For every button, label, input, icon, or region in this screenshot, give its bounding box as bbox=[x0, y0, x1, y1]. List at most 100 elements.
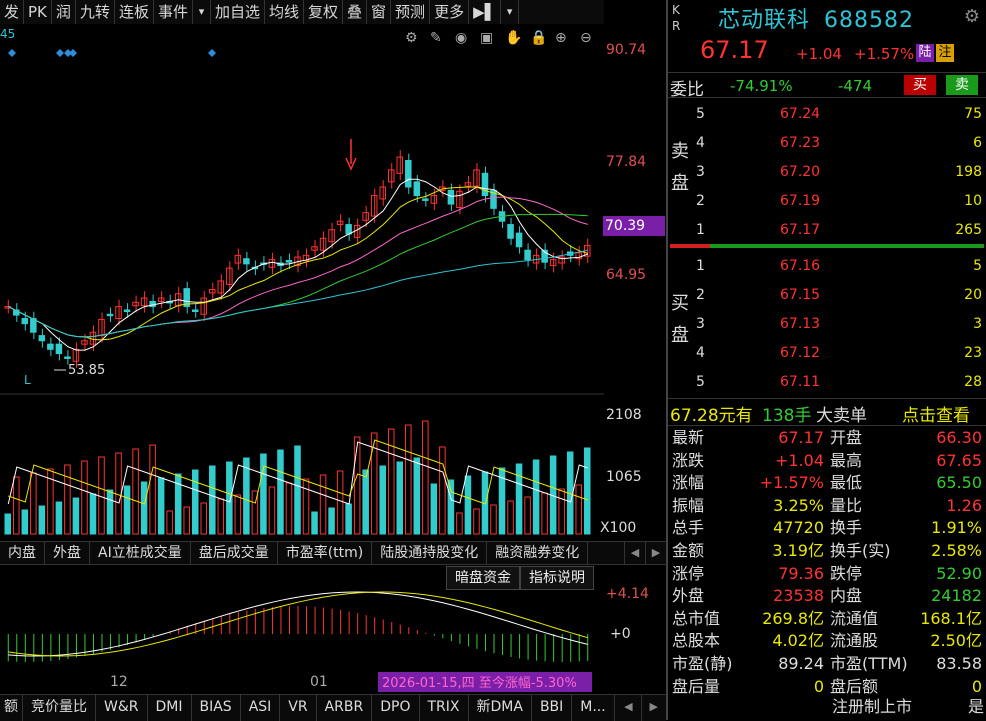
event-marker-icon[interactable] bbox=[8, 49, 16, 57]
bottom-tab-10[interactable]: BBI bbox=[532, 695, 573, 721]
bid-level: 2 bbox=[696, 287, 705, 303]
settings-icon[interactable]: ⚙ bbox=[405, 30, 418, 46]
stat-label: 最高 bbox=[830, 450, 863, 470]
kline-svg[interactable]: 45 53.85 L ⚙ ✎ ◉ ▣ ✋ 🔒 ⊕ ⊖ bbox=[0, 24, 604, 540]
bid-row[interactable]: 5 67.11 28 bbox=[668, 368, 986, 396]
ask-level: 3 bbox=[696, 164, 705, 180]
indicator-tab-4[interactable]: 市盈率(ttm) bbox=[278, 542, 373, 564]
bid-row[interactable]: 1 67.16 5 bbox=[668, 252, 986, 280]
indicator-help-button[interactable]: 指标说明 bbox=[520, 566, 594, 590]
ask-row[interactable]: 2 67.19 10 bbox=[668, 187, 986, 215]
indicator-tab-0[interactable]: 内盘 bbox=[0, 542, 45, 564]
buy-button[interactable]: 买 bbox=[904, 75, 936, 95]
hand-icon[interactable]: ✋ bbox=[505, 29, 522, 46]
bid-row[interactable]: 3 67.13 3 bbox=[668, 310, 986, 338]
dark-pool-button[interactable]: 暗盘资金 bbox=[446, 566, 520, 590]
stat-label: 换手(实) bbox=[830, 541, 891, 560]
bottom-tab-3[interactable]: BIAS bbox=[192, 695, 241, 721]
bottom-scroll-right-icon[interactable]: ▶ bbox=[642, 695, 666, 721]
tab-scroll-right-icon[interactable]: ▶ bbox=[645, 542, 666, 564]
bottom-tab-amount[interactable]: 额 bbox=[0, 695, 23, 721]
toolbar-item-14[interactable]: ▶▌ bbox=[469, 0, 502, 24]
volume-bar bbox=[200, 502, 208, 535]
bottom-tab-11[interactable]: M... bbox=[572, 695, 615, 721]
stat-value: 2.50亿 bbox=[930, 631, 982, 651]
toolbar-item-12[interactable]: 预测 bbox=[391, 0, 431, 24]
ask-level: 1 bbox=[696, 222, 705, 238]
toolbar-item-10[interactable]: 叠 bbox=[343, 0, 368, 24]
volume-bar bbox=[209, 465, 216, 535]
bottom-tab-8[interactable]: TRIX bbox=[420, 695, 469, 721]
ask-row[interactable]: 3 67.20 198 bbox=[668, 158, 986, 186]
toolbar-item-15[interactable]: ▾ bbox=[501, 0, 520, 24]
bid-row[interactable]: 2 67.15 20 bbox=[668, 281, 986, 309]
toolbar-item-0[interactable]: 发 bbox=[0, 0, 25, 24]
bottom-tab-7[interactable]: DPO bbox=[372, 695, 420, 721]
indicator-tab-6[interactable]: 融资融券变化 bbox=[487, 542, 589, 564]
bottom-tab-9[interactable]: 新DMA bbox=[469, 695, 532, 721]
basket-icon[interactable]: ▣ bbox=[480, 30, 493, 46]
bottom-tab-2[interactable]: DMI bbox=[148, 695, 192, 721]
vol-axis-top: 2108 bbox=[606, 407, 642, 423]
bottom-tab-6[interactable]: ARBR bbox=[317, 695, 373, 721]
indicator-tab-1[interactable]: 外盘 bbox=[45, 542, 90, 564]
indicator-tab-3[interactable]: 盘后成交量 bbox=[191, 542, 278, 564]
volume-bar bbox=[490, 504, 497, 535]
gear-icon[interactable]: ⚙ bbox=[964, 6, 980, 27]
ask-row[interactable]: 1 67.17 265 bbox=[668, 216, 986, 244]
toolbar-item-5[interactable]: 事件 bbox=[154, 0, 193, 24]
stat-value: 67.65 bbox=[936, 450, 982, 470]
eye-icon[interactable]: ◉ bbox=[455, 30, 467, 46]
tab-spacer bbox=[588, 542, 624, 564]
volume-bar bbox=[234, 494, 242, 535]
macd-area[interactable]: 12 01 2026-01-15,四 至今涨幅-5.30% bbox=[0, 590, 604, 694]
candle bbox=[268, 252, 276, 275]
toolbar-item-8[interactable]: 均线 bbox=[265, 0, 304, 24]
stat-label: 最新 bbox=[672, 428, 705, 447]
bid-row[interactable]: 4 67.12 23 bbox=[668, 339, 986, 367]
stat-value: 65.50 bbox=[936, 473, 982, 493]
zoom-out-icon[interactable]: ⊖ bbox=[580, 30, 592, 46]
sell-button[interactable]: 卖 bbox=[946, 75, 978, 95]
stat-label: 换手 bbox=[830, 518, 863, 538]
lock-icon[interactable]: 🔒 bbox=[530, 30, 547, 46]
toolbar-item-6[interactable]: ▾ bbox=[193, 0, 211, 24]
ask-bid-divider-red bbox=[670, 244, 710, 248]
bottom-tab-5[interactable]: VR bbox=[280, 695, 317, 721]
bottom-tab-0[interactable]: 竞价量比 bbox=[23, 695, 96, 721]
indicator-tab-2[interactable]: AI立桩成交量 bbox=[90, 542, 191, 564]
bottom-tab-1[interactable]: W&R bbox=[96, 695, 148, 721]
toolbar-item-7[interactable]: 加自选 bbox=[211, 0, 265, 24]
toolbar-item-4[interactable]: 连板 bbox=[115, 0, 154, 24]
big-trade-row[interactable]: 67.28元有 138手 大卖单 点击查看 bbox=[668, 398, 986, 426]
listing-type-row: 注册制上市 是 bbox=[672, 696, 984, 718]
bottom-scroll-left-icon[interactable]: ◀ bbox=[616, 695, 642, 721]
toolbar-item-11[interactable]: 窗 bbox=[367, 0, 392, 24]
volume-bar bbox=[379, 465, 386, 535]
event-marker-icon[interactable] bbox=[56, 49, 64, 57]
toolbar-item-9[interactable]: 复权 bbox=[304, 0, 344, 24]
stat-label: 开盘 bbox=[830, 428, 863, 447]
big-trade-link[interactable]: 点击查看 bbox=[902, 401, 970, 426]
event-marker-icon[interactable] bbox=[69, 49, 77, 57]
ask-row[interactable]: 5 67.24 75 bbox=[668, 100, 986, 128]
ask-price: 67.23 bbox=[780, 135, 821, 151]
toolbar-item-2[interactable]: 润 bbox=[52, 0, 76, 24]
toolbar-item-13[interactable]: 更多 bbox=[430, 0, 470, 24]
zoom-in-icon[interactable]: ⊕ bbox=[555, 30, 567, 46]
ask-row[interactable]: 4 67.23 6 bbox=[668, 129, 986, 157]
tab-scroll-left-icon[interactable]: ◀ bbox=[624, 542, 645, 564]
indicator-tab-5[interactable]: 陆股通持股变化 bbox=[372, 542, 488, 564]
volume-bar bbox=[89, 493, 97, 535]
toolbar-item-3[interactable]: 九转 bbox=[76, 0, 115, 24]
stat-label: 外盘 bbox=[672, 586, 705, 606]
event-marker-icon[interactable] bbox=[208, 49, 216, 57]
weibi-label: 委比 bbox=[670, 80, 704, 100]
volume-bar bbox=[575, 484, 582, 535]
kline-chart-area[interactable]: 45 53.85 L ⚙ ✎ ◉ ▣ ✋ 🔒 ⊕ ⊖ bbox=[0, 24, 604, 540]
toolbar-item-1[interactable]: PK bbox=[24, 0, 52, 24]
price-change-pct: +1.57% bbox=[854, 45, 915, 63]
pen-icon[interactable]: ✎ bbox=[430, 30, 442, 46]
candle bbox=[47, 337, 54, 357]
bottom-tab-4[interactable]: ASI bbox=[241, 695, 281, 721]
